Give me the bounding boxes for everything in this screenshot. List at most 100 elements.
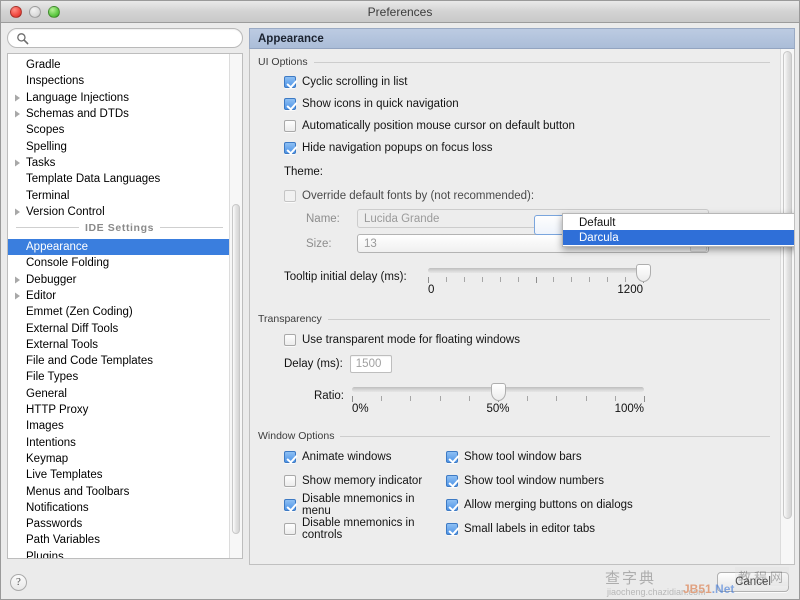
sidebar-scrollbar[interactable] <box>229 54 242 558</box>
tree-section-separator: IDE Settings <box>8 220 229 236</box>
option-automatically-position-mouse-cursor-on-default-button-label: Automatically position mouse cursor on d… <box>302 120 575 132</box>
tooltip-delay-slider[interactable]: 0 1200 <box>428 264 651 301</box>
sidebar-item-general[interactable]: General <box>8 386 229 402</box>
tooltip-delay-slider-thumb[interactable] <box>635 264 651 282</box>
window-option-disable-mnemonics-in-menu-checkbox[interactable] <box>284 499 296 511</box>
chevron-right-icon[interactable] <box>10 94 24 102</box>
window-option-show-memory-indicator-row[interactable]: Show memory indicator <box>258 469 444 493</box>
window-option-disable-mnemonics-in-controls-row[interactable]: Disable mnemonics in controls <box>258 517 444 541</box>
font-size-value: 13 <box>364 237 377 250</box>
sidebar-item-file-and-code-templates[interactable]: File and Code Templates <box>8 353 229 369</box>
ratio-mid-label: 50% <box>486 403 510 415</box>
search-field[interactable] <box>7 28 243 48</box>
sidebar-item-version-control[interactable]: Version Control <box>8 204 229 220</box>
sidebar-scrollbar-thumb[interactable] <box>232 204 240 534</box>
sidebar-item-emmet-zen-coding[interactable]: Emmet (Zen Coding) <box>8 304 229 320</box>
help-button[interactable]: ? <box>10 573 27 591</box>
tooltip-delay-max-label: 1200 <box>617 284 643 296</box>
option-show-icons-in-quick-navigation-row[interactable]: Show icons in quick navigation <box>258 93 770 115</box>
override-fonts-row[interactable]: Override default fonts by (not recommend… <box>258 185 770 206</box>
transparent-mode-checkbox[interactable] <box>284 333 296 346</box>
detail-scrollbar-thumb[interactable] <box>783 51 792 519</box>
option-automatically-position-mouse-cursor-on-default-button-checkbox[interactable] <box>284 120 296 132</box>
detail-scrollbar[interactable] <box>780 49 794 564</box>
window-option-show-tool-window-bars-row[interactable]: Show tool window bars <box>444 445 770 469</box>
window-option-disable-mnemonics-in-controls-checkbox[interactable] <box>284 523 296 535</box>
chevron-right-icon[interactable] <box>10 110 24 118</box>
sidebar-item-appearance[interactable]: Appearance <box>8 238 229 256</box>
option-cyclic-scrolling-in-list-label: Cyclic scrolling in list <box>302 76 408 88</box>
window-option-show-memory-indicator-checkbox[interactable] <box>284 475 296 487</box>
sidebar-item-file-types[interactable]: File Types <box>8 369 229 385</box>
window-option-show-tool-window-numbers-row[interactable]: Show tool window numbers <box>444 469 770 493</box>
tooltip-delay-row: Tooltip initial delay (ms): 0 1200 <box>258 264 770 305</box>
tree-item-label: File Types <box>26 371 79 384</box>
window-option-allow-merging-buttons-on-dialogs-row[interactable]: Allow merging buttons on dialogs <box>444 493 770 517</box>
sidebar-item-language-injections[interactable]: Language Injections <box>8 90 229 106</box>
sidebar-item-debugger[interactable]: Debugger <box>8 272 229 288</box>
sidebar-item-template-data-languages[interactable]: Template Data Languages <box>8 171 229 187</box>
sidebar-item-terminal[interactable]: Terminal <box>8 187 229 203</box>
settings-sidebar: Gradle Inspections Language Injections Sche… <box>1 23 249 565</box>
sidebar-item-notifications[interactable]: Notifications <box>8 500 229 516</box>
ratio-slider[interactable]: 0% 50% 100% <box>352 383 645 420</box>
option-cyclic-scrolling-in-list-checkbox[interactable] <box>284 76 296 88</box>
tooltip-delay-slider-track[interactable] <box>428 268 643 273</box>
chevron-right-icon[interactable] <box>10 276 24 284</box>
window-option-show-tool-window-numbers-checkbox[interactable] <box>446 475 458 487</box>
window-option-small-labels-in-editor-tabs-label: Small labels in editor tabs <box>464 523 596 535</box>
settings-tree[interactable]: Gradle Inspections Language Injections Sche… <box>7 53 243 559</box>
option-automatically-position-mouse-cursor-on-default-button-row[interactable]: Automatically position mouse cursor on d… <box>258 115 770 137</box>
option-hide-navigation-popups-on-focus-loss-label: Hide navigation popups on focus loss <box>302 142 493 154</box>
window-option-small-labels-in-editor-tabs-row[interactable]: Small labels in editor tabs <box>444 517 770 541</box>
sidebar-item-menus-and-toolbars[interactable]: Menus and Toolbars <box>8 483 229 499</box>
group-label-ui-options: UI Options <box>258 56 308 68</box>
transparency-delay-value: 1500 <box>355 357 382 370</box>
chevron-right-icon[interactable] <box>10 292 24 300</box>
option-hide-navigation-popups-on-focus-loss-row[interactable]: Hide navigation popups on focus loss <box>258 137 770 159</box>
window-option-small-labels-in-editor-tabs-checkbox[interactable] <box>446 523 458 535</box>
sidebar-item-images[interactable]: Images <box>8 418 229 434</box>
window-option-allow-merging-buttons-on-dialogs-checkbox[interactable] <box>446 499 458 511</box>
search-input[interactable] <box>33 31 234 45</box>
ratio-slider-thumb[interactable] <box>490 383 506 401</box>
sidebar-item-http-proxy[interactable]: HTTP Proxy <box>8 402 229 418</box>
sidebar-item-keymap[interactable]: Keymap <box>8 451 229 467</box>
sidebar-item-console-folding[interactable]: Console Folding <box>8 255 229 271</box>
option-cyclic-scrolling-in-list-row[interactable]: Cyclic scrolling in list <box>258 71 770 93</box>
window-option-animate-windows-row[interactable]: Animate windows <box>258 445 444 469</box>
theme-option-default[interactable]: Default <box>563 215 794 230</box>
ratio-max-label: 100% <box>614 403 644 415</box>
transparency-delay-field[interactable]: 1500 <box>349 354 392 373</box>
window-option-animate-windows-checkbox[interactable] <box>284 451 296 463</box>
window-option-show-tool-window-bars-checkbox[interactable] <box>446 451 458 463</box>
sidebar-item-passwords[interactable]: Passwords <box>8 516 229 532</box>
chevron-right-icon[interactable] <box>10 159 24 167</box>
sidebar-item-external-tools[interactable]: External Tools <box>8 337 229 353</box>
sidebar-item-intentions[interactable]: Intentions <box>8 435 229 451</box>
theme-option-darcula[interactable]: Darcula <box>563 230 794 245</box>
sidebar-item-gradle[interactable]: Gradle <box>8 57 229 73</box>
sidebar-item-schemas-and-dtds[interactable]: Schemas and DTDs <box>8 106 229 122</box>
ratio-label: Ratio: <box>313 390 344 402</box>
chevron-right-icon[interactable] <box>10 208 24 216</box>
option-hide-navigation-popups-on-focus-loss-checkbox[interactable] <box>284 142 296 154</box>
transparent-mode-row[interactable]: Use transparent mode for floating window… <box>258 328 770 351</box>
sidebar-item-tasks[interactable]: Tasks <box>8 155 229 171</box>
theme-dropdown-popup[interactable]: Default Darcula <box>562 213 794 247</box>
option-show-icons-in-quick-navigation-checkbox[interactable] <box>284 98 296 110</box>
sidebar-item-live-templates[interactable]: Live Templates <box>8 467 229 483</box>
override-fonts-checkbox[interactable] <box>284 189 296 202</box>
window-option-disable-mnemonics-in-menu-row[interactable]: Disable mnemonics in menu <box>258 493 444 517</box>
sidebar-item-spelling[interactable]: Spelling <box>8 138 229 154</box>
sidebar-item-path-variables[interactable]: Path Variables <box>8 532 229 548</box>
sidebar-item-plugins[interactable]: Plugins <box>8 549 229 558</box>
sidebar-item-editor[interactable]: Editor <box>8 288 229 304</box>
group-rule-window-options <box>340 435 770 437</box>
tree-item-label: Spelling <box>26 140 67 153</box>
cancel-button[interactable]: Cancel <box>717 572 789 592</box>
sidebar-item-scopes[interactable]: Scopes <box>8 122 229 138</box>
tree-item-label: Tasks <box>26 156 56 169</box>
sidebar-item-external-diff-tools[interactable]: External Diff Tools <box>8 320 229 336</box>
sidebar-item-inspections[interactable]: Inspections <box>8 73 229 89</box>
